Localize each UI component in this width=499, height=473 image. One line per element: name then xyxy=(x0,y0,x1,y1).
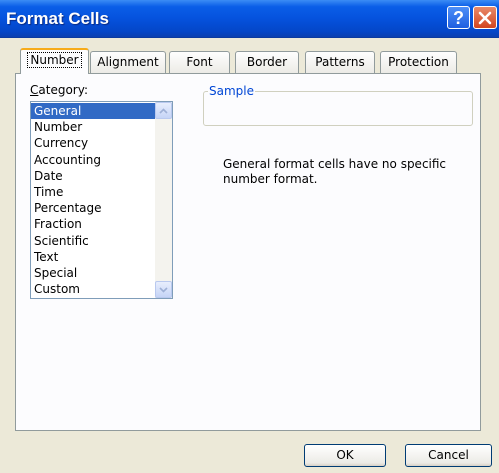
tab-border[interactable]: Border xyxy=(235,51,299,73)
tab-font[interactable]: Font xyxy=(169,51,230,73)
scroll-up-button[interactable] xyxy=(155,102,172,119)
category-item-scientific[interactable]: Scientific xyxy=(31,233,155,249)
tab-patterns[interactable]: Patterns xyxy=(305,51,375,73)
category-item-time[interactable]: Time xyxy=(31,184,155,200)
tab-number[interactable]: Number xyxy=(20,48,89,74)
chevron-down-icon xyxy=(159,286,168,293)
scroll-down-button[interactable] xyxy=(155,281,172,298)
category-item-date[interactable]: Date xyxy=(31,168,155,184)
chevron-up-icon xyxy=(159,107,168,114)
category-item-fraction[interactable]: Fraction xyxy=(31,216,155,232)
close-button[interactable] xyxy=(473,6,497,29)
number-tab-panel: Category: General Number Currency Accoun… xyxy=(15,73,481,431)
help-button[interactable]: ? xyxy=(447,6,470,29)
tab-protection[interactable]: Protection xyxy=(380,51,457,73)
sample-groupbox: Sample xyxy=(203,84,473,126)
sample-legend: Sample xyxy=(208,84,255,98)
ok-button[interactable]: OK xyxy=(304,444,386,467)
tab-alignment-label: Alignment xyxy=(97,55,159,69)
category-item-currency[interactable]: Currency xyxy=(31,135,155,151)
tab-patterns-label: Patterns xyxy=(315,55,365,69)
category-label: Category: xyxy=(30,83,88,97)
category-item-general[interactable]: General xyxy=(31,103,155,120)
tab-protection-label: Protection xyxy=(388,55,449,69)
category-item-accounting[interactable]: Accounting xyxy=(31,152,155,168)
tab-font-label: Font xyxy=(186,55,213,69)
close-icon xyxy=(478,11,492,24)
tab-number-label: Number xyxy=(27,52,82,68)
tab-border-label: Border xyxy=(246,55,288,69)
help-icon: ? xyxy=(453,7,464,28)
category-item-percentage[interactable]: Percentage xyxy=(31,200,155,216)
format-description: General format cells have no specific nu… xyxy=(223,157,447,186)
category-item-text[interactable]: Text xyxy=(31,249,155,265)
cancel-button[interactable]: Cancel xyxy=(405,444,492,467)
category-item-number[interactable]: Number xyxy=(31,119,155,135)
category-item-special[interactable]: Special xyxy=(31,265,155,281)
window-title: Format Cells xyxy=(6,9,109,28)
category-listbox[interactable]: General Number Currency Accounting Date … xyxy=(30,101,173,299)
title-bar[interactable]: Format Cells ? xyxy=(0,0,499,38)
tab-alignment[interactable]: Alignment xyxy=(90,51,166,73)
category-item-custom[interactable]: Custom xyxy=(31,281,155,297)
category-scrollbar[interactable] xyxy=(155,102,172,298)
